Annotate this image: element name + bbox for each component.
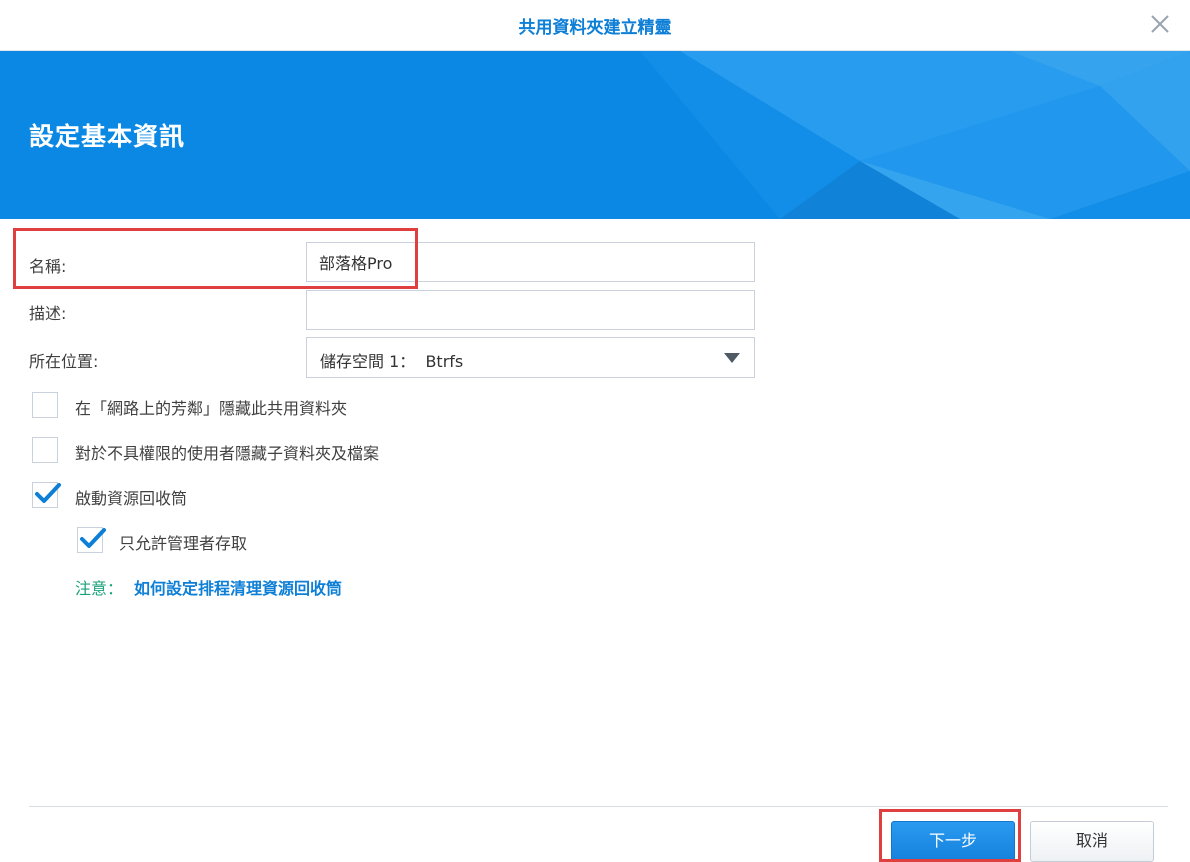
footer-divider xyxy=(29,806,1168,807)
recycle-bin-label: 啟動資源回收筒 xyxy=(75,489,188,508)
page-heading: 設定基本資訊 xyxy=(29,122,186,151)
admin-only-checkbox[interactable] xyxy=(77,527,106,553)
location-label: 所在位置: xyxy=(29,352,99,371)
hide-subfolders-checkbox[interactable] xyxy=(32,437,58,463)
description-input[interactable] xyxy=(306,290,755,330)
recycle-schedule-help-link[interactable]: 如何設定排程清理資源回收筒 xyxy=(134,575,342,599)
name-label: 名稱: xyxy=(29,257,67,276)
hide-network-label: 在「網路上的芳鄰」隱藏此共用資料夾 xyxy=(75,399,348,418)
close-icon[interactable] xyxy=(1146,10,1174,38)
window-title: 共用資料夾建立精靈 xyxy=(518,18,672,38)
title-bar: 共用資料夾建立精靈 xyxy=(0,0,1190,51)
note-prefix: 注意： xyxy=(75,579,124,598)
header-banner: 設定基本資訊 xyxy=(0,51,1190,219)
next-button[interactable]: 下一步 xyxy=(891,821,1015,862)
hide-network-checkbox[interactable] xyxy=(32,392,58,418)
hide-subfolders-label: 對於不具權限的使用者隱藏子資料夾及檔案 xyxy=(75,444,380,463)
recycle-bin-checkbox[interactable] xyxy=(32,482,61,508)
location-value: 儲存空間 1： Btrfs xyxy=(320,352,464,371)
admin-only-label: 只允許管理者存取 xyxy=(119,534,248,553)
name-input[interactable] xyxy=(306,242,755,282)
dropdown-arrow-icon xyxy=(724,353,740,363)
cancel-button[interactable]: 取消 xyxy=(1030,821,1154,862)
description-label: 描述: xyxy=(29,304,67,323)
checkmark-icon xyxy=(35,483,61,503)
checkmark-icon xyxy=(80,528,106,548)
location-select[interactable]: 儲存空間 1： Btrfs xyxy=(306,337,755,378)
